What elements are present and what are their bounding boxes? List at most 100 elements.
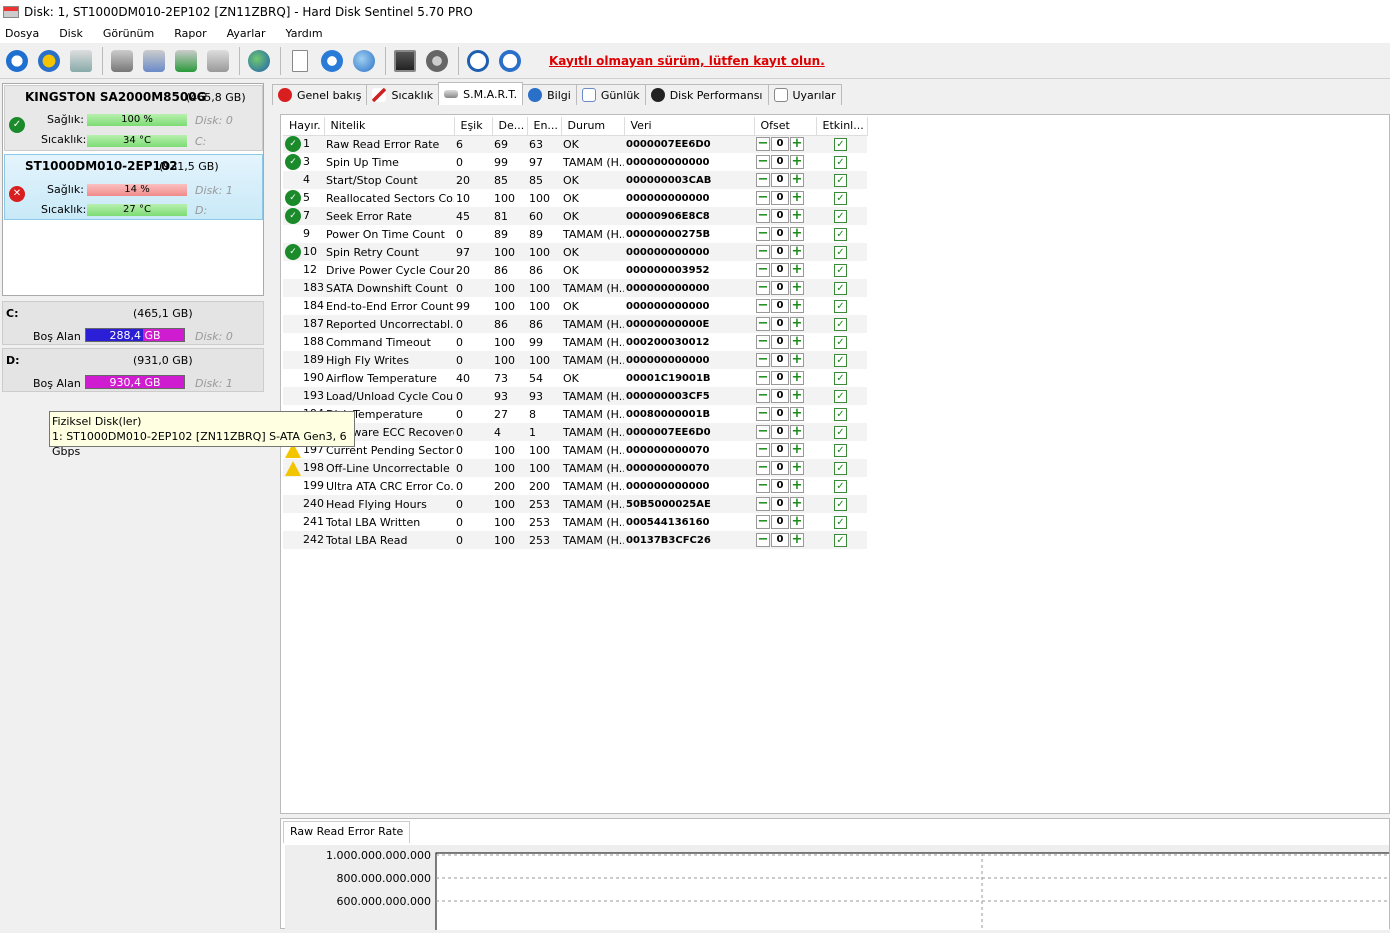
disk-info-button[interactable]: [66, 46, 96, 76]
offset-decrease-button[interactable]: −: [756, 317, 770, 331]
offset-value[interactable]: 0: [771, 497, 789, 511]
offset-increase-button[interactable]: +: [790, 227, 804, 241]
offset-increase-button[interactable]: +: [790, 425, 804, 439]
offset-decrease-button[interactable]: −: [756, 353, 770, 367]
enabled-checkbox[interactable]: ✓: [834, 497, 847, 511]
offset-value[interactable]: 0: [771, 299, 789, 313]
offset-value[interactable]: 0: [771, 407, 789, 421]
table-row[interactable]: 241 Total LBA Written 0 100 253 TAMAM (H... 00…: [283, 513, 867, 531]
tab-smart[interactable]: S.M.A.R.T.: [438, 82, 524, 105]
offset-decrease-button[interactable]: −: [756, 425, 770, 439]
offset-value[interactable]: 0: [771, 479, 789, 493]
offset-value[interactable]: 0: [771, 155, 789, 169]
enabled-checkbox[interactable]: ✓: [834, 317, 847, 331]
col-attribute[interactable]: Nitelik: [324, 117, 455, 136]
table-row[interactable]: 240 Head Flying Hours 0 100 253 TAMAM (H... 50…: [283, 495, 867, 513]
menu-yardim[interactable]: Yardım: [280, 27, 329, 40]
offset-value[interactable]: 0: [771, 335, 789, 349]
offset-value[interactable]: 0: [771, 281, 789, 295]
offset-decrease-button[interactable]: −: [756, 281, 770, 295]
hdd-tools-button[interactable]: [203, 46, 233, 76]
network-button[interactable]: [349, 46, 379, 76]
performance-button[interactable]: [390, 46, 420, 76]
offset-increase-button[interactable]: +: [790, 173, 804, 187]
refresh-button[interactable]: [2, 46, 32, 76]
offset-value[interactable]: 0: [771, 173, 789, 187]
table-row[interactable]: 189 High Fly Writes 0 100 100 TAMAM (H... 0000…: [283, 351, 867, 369]
offset-value[interactable]: 0: [771, 515, 789, 529]
col-data[interactable]: Veri: [624, 117, 755, 136]
offset-decrease-button[interactable]: −: [756, 407, 770, 421]
col-threshold[interactable]: Eşik: [454, 117, 493, 136]
table-row[interactable]: ✓ 7 Seek Error Rate 45 81 60 OK 00000906E8C8−0 +…: [283, 207, 867, 225]
tab-alerts[interactable]: Uyarılar: [767, 84, 842, 105]
menu-dosya[interactable]: Dosya: [0, 27, 45, 40]
table-row[interactable]: 9 Power On Time Count 0 89 89 TAMAM (H... 0000…: [283, 225, 867, 243]
hdd-ok-button[interactable]: [171, 46, 201, 76]
table-row[interactable]: ✓ 1 Raw Read Error Rate 6 69 63 OK 0000007EE6D0…: [283, 135, 867, 153]
table-row[interactable]: 195Hardware ECC Recovered041TAMAM (H...0…: [283, 423, 867, 441]
col-offset[interactable]: Ofset: [754, 117, 817, 136]
offset-value[interactable]: 0: [771, 263, 789, 277]
offset-increase-button[interactable]: +: [790, 407, 804, 421]
enabled-checkbox[interactable]: ✓: [834, 299, 847, 313]
volume-card-c[interactable]: C: (465,1 GB) Boş Alan 288,4 GB Disk: 0: [2, 301, 264, 345]
offset-decrease-button[interactable]: −: [756, 515, 770, 529]
offset-decrease-button[interactable]: −: [756, 371, 770, 385]
offset-decrease-button[interactable]: −: [756, 335, 770, 349]
table-row[interactable]: 194Disk Temperature0278TAMAM (H...000800…: [283, 405, 867, 423]
table-row[interactable]: 199 Ultra ATA CRC Error Co... 0 200 200 TAMAM…: [283, 477, 867, 495]
alerts-button[interactable]: [34, 46, 64, 76]
menu-ayarlar[interactable]: Ayarlar: [221, 27, 272, 40]
table-row[interactable]: 12 Drive Power Cycle Count 20 86 86 OK 0000000…: [283, 261, 867, 279]
web-button[interactable]: [244, 46, 274, 76]
enabled-checkbox[interactable]: ✓: [834, 515, 847, 529]
table-row[interactable]: 184 End-to-End Error Count 99 100 100 OK 00000…: [283, 297, 867, 315]
offset-value[interactable]: 0: [771, 137, 789, 152]
offset-increase-button[interactable]: +: [790, 263, 804, 277]
offset-value[interactable]: 0: [771, 443, 789, 457]
enabled-checkbox[interactable]: ✓: [834, 479, 847, 493]
table-row[interactable]: 190 Airflow Temperature 40 73 54 OK 00001C1900…: [283, 369, 867, 387]
enabled-checkbox[interactable]: ✓: [834, 389, 847, 403]
offset-increase-button[interactable]: +: [790, 317, 804, 331]
col-value[interactable]: De...: [492, 117, 528, 136]
offset-decrease-button[interactable]: −: [756, 227, 770, 241]
col-enabled[interactable]: Etkinl...: [816, 117, 868, 136]
enabled-checkbox[interactable]: ✓: [834, 155, 847, 169]
enabled-checkbox[interactable]: ✓: [834, 263, 847, 277]
offset-value[interactable]: 0: [771, 353, 789, 367]
enabled-checkbox[interactable]: ✓: [834, 407, 847, 421]
about-button[interactable]: [495, 46, 525, 76]
table-row[interactable]: ✓ 5 Reallocated Sectors Co... 10 100 100 OK 000…: [283, 189, 867, 207]
offset-value[interactable]: 0: [771, 317, 789, 331]
offset-value[interactable]: 0: [771, 533, 789, 547]
offset-increase-button[interactable]: +: [790, 335, 804, 349]
table-row[interactable]: 4 Start/Stop Count 20 85 85 OK 000000003CAB −0 +…: [283, 171, 867, 189]
offset-decrease-button[interactable]: −: [756, 245, 770, 259]
offset-increase-button[interactable]: +: [790, 281, 804, 295]
offset-value[interactable]: 0: [771, 461, 789, 475]
table-row[interactable]: 188 Command Timeout 0 100 99 TAMAM (H... 00020…: [283, 333, 867, 351]
offset-increase-button[interactable]: +: [790, 497, 804, 511]
report-button[interactable]: [285, 46, 315, 76]
enabled-checkbox[interactable]: ✓: [834, 335, 847, 349]
enabled-checkbox[interactable]: ✓: [834, 353, 847, 367]
tab-performance[interactable]: Disk Performansı: [644, 84, 769, 105]
enabled-checkbox[interactable]: ✓: [834, 461, 847, 475]
offset-decrease-button[interactable]: −: [756, 155, 770, 169]
offset-increase-button[interactable]: +: [790, 137, 804, 152]
table-row[interactable]: 197 Current Pending Sector... 0 100 100 TAMAM…: [283, 441, 867, 459]
offset-decrease-button[interactable]: −: [756, 137, 770, 152]
menu-gorunum[interactable]: Görünüm: [97, 27, 160, 40]
enabled-checkbox[interactable]: ✓: [834, 281, 847, 295]
offset-decrease-button[interactable]: −: [756, 497, 770, 511]
offset-value[interactable]: 0: [771, 227, 789, 241]
enabled-checkbox[interactable]: ✓: [834, 533, 847, 547]
offset-increase-button[interactable]: +: [790, 245, 804, 259]
enabled-checkbox[interactable]: ✓: [834, 245, 847, 259]
menu-disk[interactable]: Disk: [53, 27, 89, 40]
enabled-checkbox[interactable]: ✓: [834, 191, 847, 205]
offset-value[interactable]: 0: [771, 389, 789, 403]
volume-card-d[interactable]: D: (931,0 GB) Boş Alan 930,4 GB Disk: 1: [2, 348, 264, 392]
